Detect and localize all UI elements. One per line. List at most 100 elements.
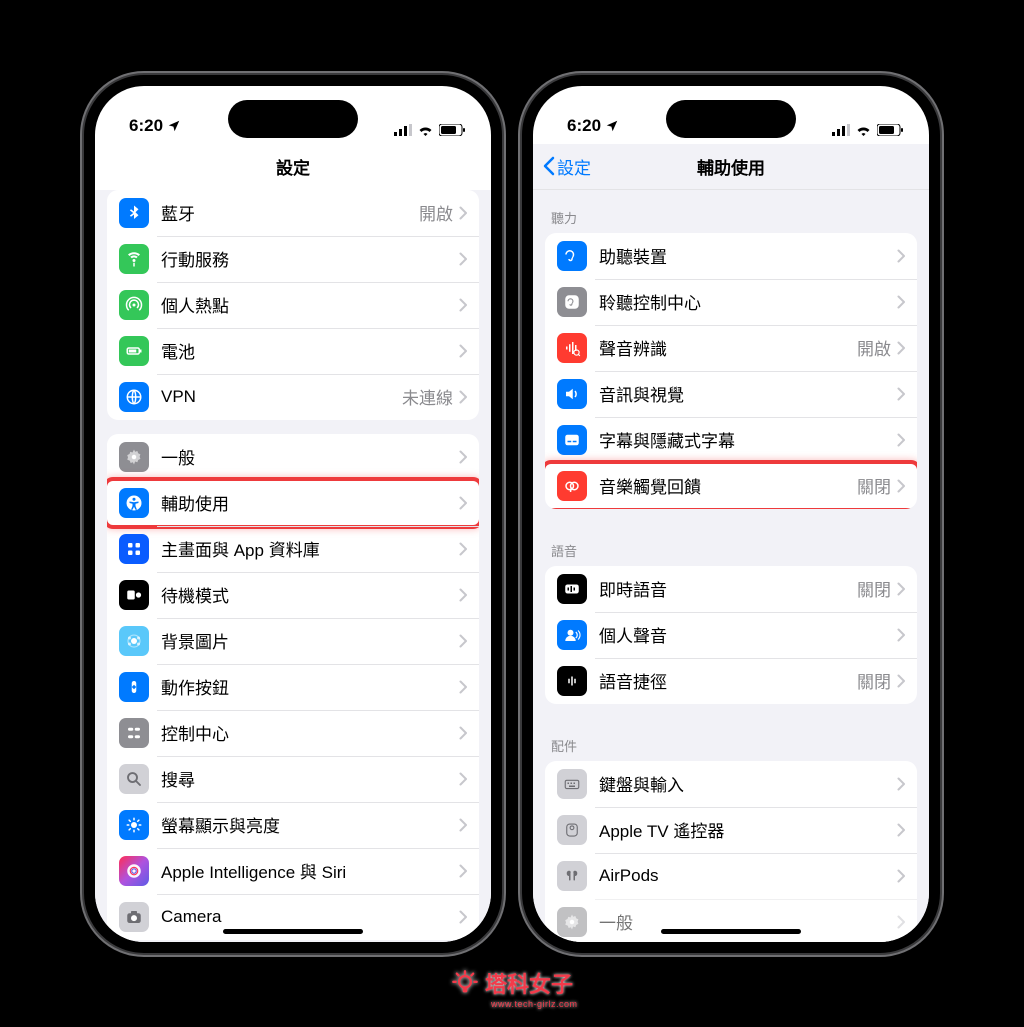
section-header-voice: 語音 [533, 523, 929, 566]
row-value: 關閉 [857, 473, 891, 498]
bluetooth-icon [119, 198, 149, 228]
settings-row[interactable]: VPN未連線 [107, 374, 479, 420]
row-value: 開啟 [419, 200, 453, 225]
wifi-icon [417, 124, 434, 136]
subtitle-icon [557, 425, 587, 455]
row-label: AirPods [599, 866, 897, 886]
row-label: 藍牙 [161, 200, 419, 225]
chevron-right-icon [897, 915, 905, 929]
chevron-right-icon [897, 869, 905, 883]
acc-group-voice: 即時語音關閉個人聲音語音捷徑關閉 [545, 566, 917, 704]
settings-row[interactable]: Apple TV 遙控器 [545, 807, 917, 853]
settings-row[interactable]: 鍵盤與輸入 [545, 761, 917, 807]
row-label: 音樂觸覺回饋 [599, 473, 857, 498]
settings-row[interactable]: 藍牙開啟 [107, 190, 479, 236]
battery-icon-status [877, 124, 903, 136]
settings-row[interactable]: 待機模式 [107, 572, 479, 618]
settings-row[interactable]: 個人熱點 [107, 282, 479, 328]
hotspot-icon [119, 290, 149, 320]
antenna-icon [119, 244, 149, 274]
chevron-right-icon [459, 588, 467, 602]
settings-row[interactable]: AirPods [545, 853, 917, 899]
chevron-right-icon [897, 823, 905, 837]
settings-row[interactable]: 螢幕顯示與亮度 [107, 802, 479, 848]
settings-row[interactable]: 控制中心 [107, 710, 479, 756]
chevron-right-icon [459, 252, 467, 266]
settings-row[interactable]: 字幕與隱藏式字幕 [545, 417, 917, 463]
row-value: 未連線 [402, 384, 453, 409]
settings-row[interactable]: 動作按鈕 [107, 664, 479, 710]
audiovis-icon [557, 379, 587, 409]
chevron-right-icon [897, 341, 905, 355]
row-label: 個人聲音 [599, 622, 897, 647]
row-label: 控制中心 [161, 720, 459, 745]
nav-bar-left: 設定 [95, 144, 491, 190]
settings-row[interactable]: 搜尋 [107, 756, 479, 802]
settings-scroll-left[interactable]: 藍牙開啟行動服務個人熱點電池 VPN未連線 一般輔助使用主畫面與 App 資料庫待… [95, 190, 491, 942]
row-value: 關閉 [857, 576, 891, 601]
chevron-right-icon [897, 387, 905, 401]
settings-row[interactable]: 一般 [107, 434, 479, 480]
section-header-hearing: 聽力 [533, 190, 929, 233]
settings-row[interactable]: 助聽裝置 [545, 233, 917, 279]
dynamic-island [666, 100, 796, 138]
settings-row[interactable]: 輔助使用 [107, 480, 479, 526]
chevron-right-icon [459, 680, 467, 694]
accessibility-icon [119, 488, 149, 518]
row-label: Apple TV 遙控器 [599, 817, 897, 842]
settings-row[interactable]: 主畫面與 App 資料庫 [107, 526, 479, 572]
accessibility-scroll[interactable]: 聽力 助聽裝置聆聽控制中心聲音辨識開啟音訊與視覺字幕與隱藏式字幕音樂觸覺回饋關閉… [533, 190, 929, 942]
row-label: 字幕與隱藏式字幕 [599, 427, 897, 452]
settings-row[interactable]: 音樂觸覺回饋關閉 [545, 463, 917, 509]
row-label: 輔助使用 [161, 490, 459, 515]
settings-row[interactable]: 音訊與視覺 [545, 371, 917, 417]
row-label: 聲音辨識 [599, 335, 857, 360]
nav-title: 設定 [276, 154, 310, 179]
chevron-right-icon [897, 582, 905, 596]
lightbulb-icon [451, 969, 479, 997]
row-label: 行動服務 [161, 246, 459, 271]
watermark: 塔科女子 www.tech-girlz.com [451, 967, 573, 999]
settings-row[interactable]: 即時語音關閉 [545, 566, 917, 612]
settings-row[interactable]: 語音捷徑關閉 [545, 658, 917, 704]
chevron-right-icon [897, 295, 905, 309]
livevoice-icon [557, 574, 587, 604]
general2-icon [557, 907, 587, 937]
settings-row[interactable]: Apple Intelligence 與 Siri [107, 848, 479, 894]
row-label: 螢幕顯示與亮度 [161, 812, 459, 837]
chevron-right-icon [459, 344, 467, 358]
status-time: 6:20 [129, 116, 163, 136]
settings-row[interactable]: 背景圖片 [107, 618, 479, 664]
row-label: VPN [161, 387, 402, 407]
row-label: 電池 [161, 338, 459, 363]
chevron-right-icon [459, 542, 467, 556]
chevron-right-icon [897, 479, 905, 493]
settings-row[interactable]: 電池 [107, 328, 479, 374]
settings-row[interactable]: 聲音辨識開啟 [545, 325, 917, 371]
vpn-icon [119, 382, 149, 412]
chevron-right-icon [897, 628, 905, 642]
voiceshortcut-icon [557, 666, 587, 696]
row-label: 即時語音 [599, 576, 857, 601]
chevron-right-icon [459, 772, 467, 786]
settings-row[interactable]: 聆聽控制中心 [545, 279, 917, 325]
chevron-right-icon [459, 298, 467, 312]
control-icon [119, 718, 149, 748]
home-indicator[interactable] [223, 929, 363, 934]
gear-icon [119, 442, 149, 472]
soundrec-icon [557, 333, 587, 363]
nav-back-button[interactable]: 設定 [543, 154, 591, 179]
nav-bar-right: 設定 輔助使用 [533, 144, 929, 190]
battery-icon [119, 336, 149, 366]
row-label: 語音捷徑 [599, 668, 857, 693]
wallpaper-icon [119, 626, 149, 656]
settings-row[interactable]: 個人聲音 [545, 612, 917, 658]
nav-back-label: 設定 [557, 154, 591, 179]
settings-row[interactable]: 行動服務 [107, 236, 479, 282]
appgrid-icon [119, 534, 149, 564]
settings-row[interactable]: 一般 [545, 899, 917, 942]
chevron-right-icon [459, 450, 467, 464]
airpods-icon [557, 861, 587, 891]
home-indicator[interactable] [661, 929, 801, 934]
chevron-right-icon [459, 910, 467, 924]
